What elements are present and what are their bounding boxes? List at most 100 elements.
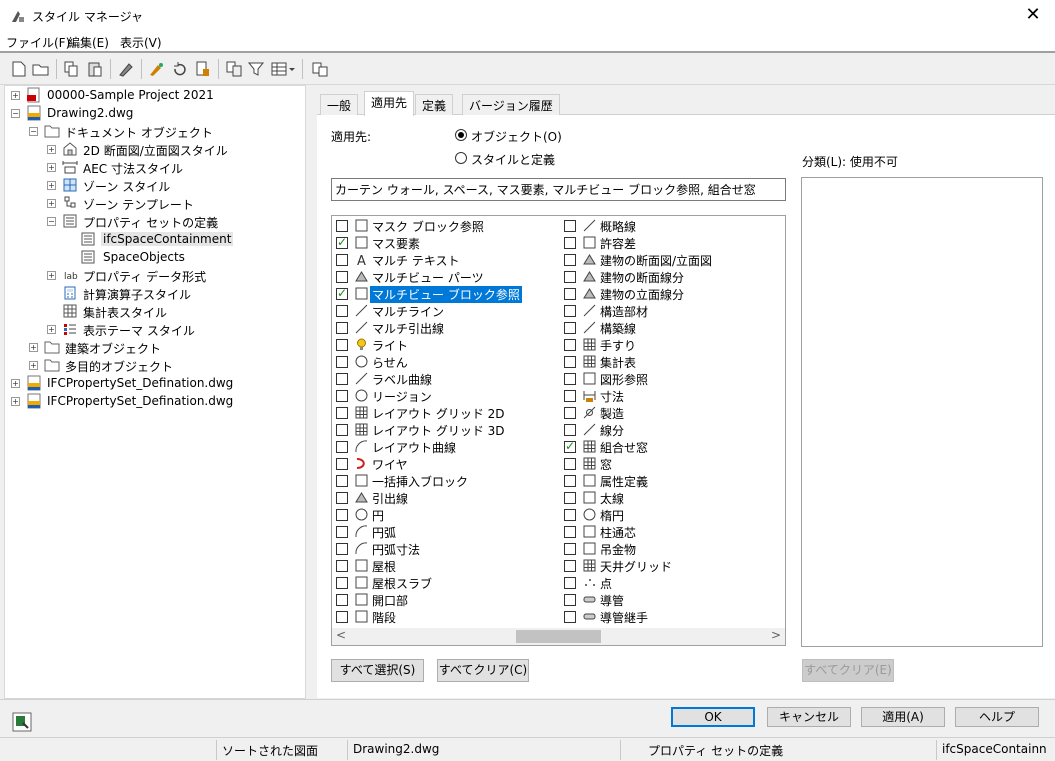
object-type-checkbox[interactable]	[336, 356, 348, 368]
object-type-checkbox[interactable]	[564, 475, 576, 487]
expand-icon[interactable]: +	[11, 379, 20, 388]
copy-icon[interactable]	[62, 61, 80, 77]
object-type-checkbox[interactable]	[564, 611, 576, 623]
set-from-icon[interactable]	[194, 61, 212, 77]
object-type-checkbox[interactable]	[564, 458, 576, 470]
ok-button[interactable]: OK	[671, 707, 755, 727]
object-type-checkbox[interactable]	[564, 424, 576, 436]
object-type-checkbox[interactable]	[336, 526, 348, 538]
object-type-checkbox[interactable]	[564, 220, 576, 232]
object-type-checkbox[interactable]	[564, 509, 576, 521]
objects-radio-label[interactable]: オブジェクト(O)	[471, 128, 562, 145]
panel-splitter[interactable]	[307, 85, 311, 699]
expand-icon[interactable]: +	[11, 91, 20, 100]
object-type-checkbox[interactable]	[564, 322, 576, 334]
styles-definitions-radio[interactable]	[455, 152, 467, 164]
collapse-icon[interactable]: −	[29, 127, 38, 136]
style-tree[interactable]: + 00000-Sample Project 2021 − Drawing2.d…	[4, 85, 306, 699]
menu-file[interactable]: ファイル(F)	[6, 34, 70, 51]
object-type-checkbox[interactable]	[336, 286, 348, 300]
purge-icon[interactable]	[148, 61, 166, 77]
edit-style-icon[interactable]	[117, 61, 135, 77]
cancel-button[interactable]: キャンセル	[767, 707, 851, 727]
object-type-checkbox[interactable]	[336, 373, 348, 385]
scroll-right-icon[interactable]: >	[771, 628, 781, 642]
expand-icon[interactable]: +	[47, 163, 56, 172]
object-type-checkbox[interactable]	[336, 560, 348, 572]
object-type-checkbox[interactable]	[336, 492, 348, 504]
object-type-checkbox[interactable]	[336, 543, 348, 555]
object-type-checkbox[interactable]	[336, 458, 348, 470]
object-type-checkbox[interactable]	[336, 390, 348, 402]
expand-icon[interactable]: +	[47, 325, 56, 334]
object-type-checkbox[interactable]	[336, 254, 348, 266]
classification-list[interactable]	[801, 177, 1043, 647]
object-type-checkbox[interactable]	[336, 594, 348, 606]
close-icon[interactable]: ✕	[1021, 4, 1045, 25]
object-type-checkbox[interactable]	[564, 237, 576, 249]
toggle-view-icon[interactable]	[311, 61, 329, 77]
object-type-checkbox[interactable]	[336, 235, 348, 249]
object-type-checkbox[interactable]	[336, 305, 348, 317]
object-type-checkbox[interactable]	[564, 339, 576, 351]
object-type-checkbox[interactable]	[336, 339, 348, 351]
view-dropdown-icon[interactable]	[270, 61, 296, 77]
expand-icon[interactable]: +	[47, 145, 56, 154]
collapse-icon[interactable]: −	[47, 217, 56, 226]
object-type-checkbox[interactable]	[564, 526, 576, 538]
new-file-icon[interactable]	[10, 61, 28, 77]
object-type-checkbox[interactable]	[564, 543, 576, 555]
horizontal-scrollbar[interactable]: < >	[332, 628, 785, 645]
expand-icon[interactable]: +	[47, 181, 56, 190]
menu-view[interactable]: 表示(V)	[120, 34, 162, 51]
expand-icon[interactable]: +	[29, 343, 38, 352]
expand-icon[interactable]: +	[47, 199, 56, 208]
refresh-icon[interactable]	[171, 61, 189, 77]
filter-icon[interactable]	[247, 61, 265, 77]
object-type-checkbox[interactable]	[336, 220, 348, 232]
select-all-button[interactable]: すべて選択(S)	[331, 659, 424, 682]
copy-to-icon[interactable]	[225, 61, 243, 77]
menu-edit[interactable]: 編集(E)	[68, 34, 109, 51]
tab-general[interactable]: 一般	[320, 94, 359, 115]
styles-definitions-radio-label[interactable]: スタイルと定義	[471, 151, 555, 168]
classification-clear-all-button[interactable]: すべてクリア(E)	[802, 659, 894, 682]
object-type-checkbox[interactable]	[564, 439, 576, 453]
objects-radio[interactable]	[455, 129, 467, 141]
object-type-checkbox[interactable]	[564, 560, 576, 572]
object-type-list[interactable]: マスク ブロック参照マス要素 A マルチ テキストマルチビュー パーツマルチビュー …	[331, 215, 786, 646]
collapse-icon[interactable]: −	[11, 109, 20, 118]
scroll-left-icon[interactable]: <	[336, 628, 346, 642]
apply-button[interactable]: 適用(A)	[861, 707, 945, 727]
clear-all-button[interactable]: すべてクリア(C)	[437, 659, 529, 682]
toggle-pane-icon[interactable]	[12, 712, 32, 732]
scroll-thumb[interactable]	[516, 630, 601, 643]
object-type-checkbox[interactable]	[564, 356, 576, 368]
object-type-checkbox[interactable]	[336, 611, 348, 623]
expand-icon[interactable]: +	[47, 271, 56, 280]
object-type-checkbox[interactable]	[336, 577, 348, 589]
object-type-checkbox[interactable]	[336, 424, 348, 436]
object-type-checkbox[interactable]	[564, 594, 576, 606]
object-type-checkbox[interactable]	[336, 322, 348, 334]
object-type-checkbox[interactable]	[564, 492, 576, 504]
object-type-checkbox[interactable]	[336, 475, 348, 487]
object-type-checkbox[interactable]	[564, 577, 576, 589]
object-type-checkbox[interactable]	[336, 271, 348, 283]
object-type-checkbox[interactable]	[564, 305, 576, 317]
object-type-checkbox[interactable]	[564, 390, 576, 402]
help-button[interactable]: ヘルプ	[955, 707, 1039, 727]
open-folder-icon[interactable]	[32, 61, 50, 77]
object-type-checkbox[interactable]	[336, 441, 348, 453]
paste-icon[interactable]	[86, 61, 104, 77]
object-type-checkbox[interactable]	[336, 407, 348, 419]
object-type-checkbox[interactable]	[564, 254, 576, 266]
object-type-checkbox[interactable]	[564, 288, 576, 300]
object-type-checkbox[interactable]	[336, 509, 348, 521]
object-type-checkbox[interactable]	[564, 271, 576, 283]
expand-icon[interactable]: +	[11, 397, 20, 406]
object-type-checkbox[interactable]	[564, 373, 576, 385]
object-type-checkbox[interactable]	[564, 407, 576, 419]
tab-definition[interactable]: 定義	[415, 94, 454, 115]
tab-applies-to[interactable]: 適用先	[364, 91, 415, 116]
